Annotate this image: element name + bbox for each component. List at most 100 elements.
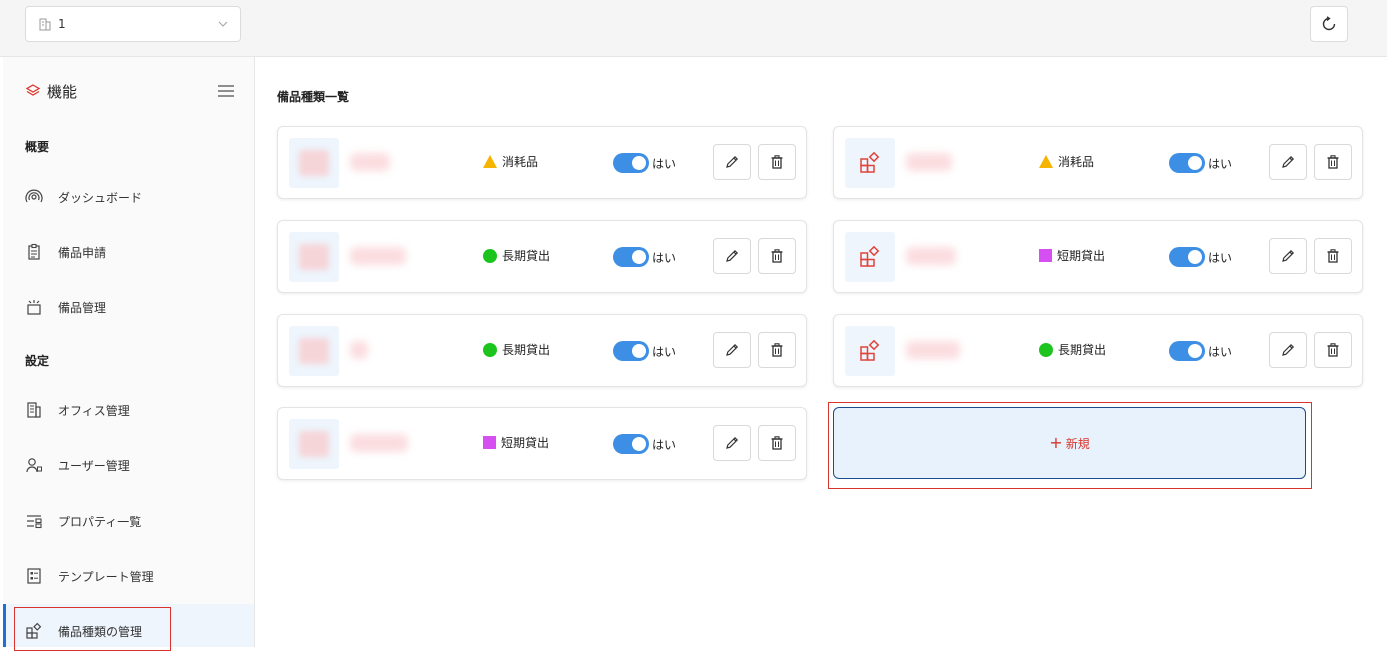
pencil-icon <box>1282 155 1295 168</box>
sidebar-item-property-list[interactable]: プロパティ一覧 <box>25 509 245 533</box>
equipment-icon <box>25 298 43 316</box>
trash-icon <box>771 249 783 263</box>
sidebar-item-label: ユーザー管理 <box>58 458 130 473</box>
toggle-switch[interactable] <box>1169 247 1205 267</box>
sidebar-item-label: 備品管理 <box>58 300 107 315</box>
category-name-redacted <box>906 153 952 171</box>
pencil-icon <box>726 343 739 356</box>
triangle-icon <box>1039 155 1053 168</box>
trash-icon <box>771 343 783 357</box>
delete-button[interactable] <box>1314 144 1352 180</box>
category-card: 長期貸出 はい <box>277 314 807 387</box>
category-type-label: 消耗品 <box>1039 153 1094 170</box>
sidebar-item-dashboard[interactable]: ダッシュボード <box>25 185 245 209</box>
blurred-thumbnail <box>299 244 329 270</box>
sidebar-item-label: テンプレート管理 <box>58 569 154 584</box>
sidebar-item-label: ダッシュボード <box>58 190 143 205</box>
edit-button[interactable] <box>1269 238 1307 274</box>
layers-icon <box>25 84 41 96</box>
user-icon <box>25 456 43 474</box>
sidebar-header: 機能 <box>25 79 235 103</box>
sidebar-item-equipment-management[interactable]: 備品管理 <box>25 295 245 319</box>
toggle-label: はい <box>652 344 677 359</box>
sidebar-item-equipment-request[interactable]: 備品申請 <box>25 240 245 264</box>
blurred-thumbnail <box>299 150 329 176</box>
enabled-toggle[interactable]: はい <box>613 153 676 173</box>
delete-button[interactable] <box>1314 332 1352 368</box>
category-thumbnail <box>845 326 895 376</box>
square-icon <box>1039 249 1052 262</box>
category-type-text: 消耗品 <box>502 155 539 169</box>
category-icon <box>860 339 880 361</box>
category-type-text: 長期貸出 <box>502 249 551 263</box>
category-name-redacted <box>906 341 960 359</box>
template-icon <box>25 567 43 585</box>
category-name-redacted <box>350 153 390 171</box>
sidebar-item-office-management[interactable]: オフィス管理 <box>25 398 245 422</box>
toggle-switch[interactable] <box>613 247 649 267</box>
sliders-icon <box>25 512 43 530</box>
enabled-toggle[interactable]: はい <box>1169 341 1232 361</box>
enabled-toggle[interactable]: はい <box>1169 247 1232 267</box>
building-icon <box>39 18 51 31</box>
edit-button[interactable] <box>713 332 751 368</box>
toggle-switch[interactable] <box>1169 153 1205 173</box>
edit-button[interactable] <box>1269 144 1307 180</box>
sidebar-item-user-management[interactable]: ユーザー管理 <box>25 453 245 477</box>
category-type-label: 短期貸出 <box>483 434 549 451</box>
category-thumbnail <box>289 232 339 282</box>
delete-button[interactable] <box>758 425 796 461</box>
add-category-button[interactable]: + 新規 <box>833 407 1306 479</box>
pencil-icon <box>1282 343 1295 356</box>
edit-button[interactable] <box>713 238 751 274</box>
sidebar-title: 機能 <box>47 82 78 101</box>
edit-button[interactable] <box>1269 332 1307 368</box>
category-type-text: 長期貸出 <box>502 343 551 357</box>
triangle-icon <box>483 155 497 168</box>
enabled-toggle[interactable]: はい <box>613 247 676 267</box>
toggle-label: はい <box>1208 156 1233 171</box>
sidebar: 機能 概要 ダッシュボード 備品申請 備品管理 設定 オフィス管理 ユーザー管理… <box>3 57 255 651</box>
category-thumbnail <box>845 232 895 282</box>
delete-button[interactable] <box>758 238 796 274</box>
category-type-label: 長期貸出 <box>1039 341 1106 358</box>
category-thumbnail <box>289 419 339 469</box>
office-select[interactable]: 1 <box>25 6 241 42</box>
sidebar-item-label: プロパティ一覧 <box>58 514 142 529</box>
toggle-label: はい <box>1208 250 1233 265</box>
category-type-text: 消耗品 <box>1058 155 1095 169</box>
category-type-text: 短期貸出 <box>501 436 550 450</box>
enabled-toggle[interactable]: はい <box>613 341 676 361</box>
trash-icon <box>1327 249 1339 263</box>
sidebar-section-overview: 概要 <box>25 140 50 154</box>
category-card: 消耗品 はい <box>833 126 1363 199</box>
category-card: 長期貸出 はい <box>833 314 1363 387</box>
menu-icon[interactable] <box>217 84 235 98</box>
enabled-toggle[interactable]: はい <box>613 434 676 454</box>
category-name-redacted <box>906 247 956 265</box>
chevron-down-icon <box>218 21 228 27</box>
delete-button[interactable] <box>1314 238 1352 274</box>
category-type-label: 消耗品 <box>483 153 538 170</box>
refresh-button[interactable] <box>1310 6 1348 42</box>
pencil-icon <box>726 249 739 262</box>
sidebar-section-settings: 設定 <box>25 354 50 368</box>
toggle-switch[interactable] <box>613 434 649 454</box>
enabled-toggle[interactable]: はい <box>1169 153 1232 173</box>
square-icon <box>483 436 496 449</box>
category-thumbnail <box>845 138 895 188</box>
toggle-switch[interactable] <box>613 341 649 361</box>
delete-button[interactable] <box>758 332 796 368</box>
sidebar-item-template-management[interactable]: テンプレート管理 <box>25 564 245 588</box>
category-type-label: 短期貸出 <box>1039 247 1105 264</box>
category-card: 短期貸出 はい <box>833 220 1363 293</box>
toggle-switch[interactable] <box>1169 341 1205 361</box>
toggle-switch[interactable] <box>613 153 649 173</box>
edit-button[interactable] <box>713 144 751 180</box>
edit-button[interactable] <box>713 425 751 461</box>
trash-icon <box>1327 155 1339 169</box>
add-button-label: 新規 <box>1065 436 1090 451</box>
active-item-highlight-box <box>14 607 171 651</box>
office-select-value: 1 <box>58 17 66 31</box>
delete-button[interactable] <box>758 144 796 180</box>
